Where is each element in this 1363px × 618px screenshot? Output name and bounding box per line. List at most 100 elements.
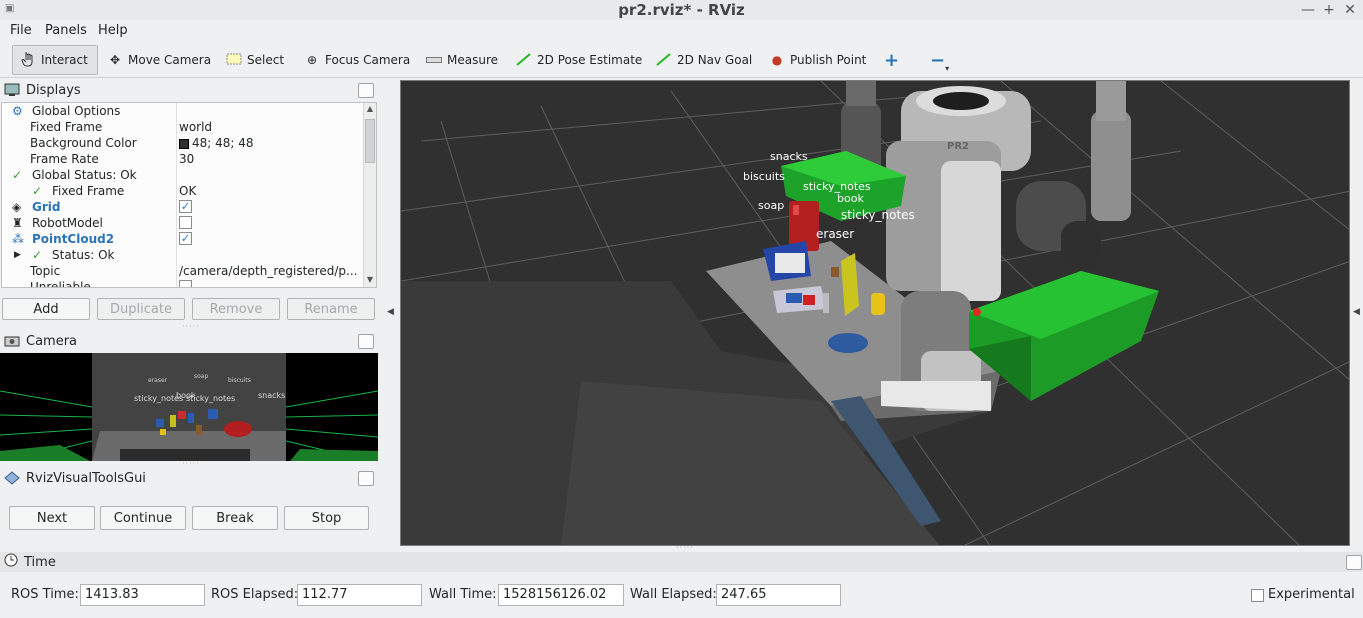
grid-checkbox[interactable]: ✓ (179, 200, 192, 213)
robot-model-checkbox[interactable] (179, 216, 192, 229)
tree-row-grid[interactable]: ◈ Grid ✓ (2, 199, 364, 215)
robot-badge-label: PR2 (947, 141, 969, 152)
add-display-button[interactable]: Add (2, 298, 90, 320)
minimize-icon[interactable]: — (1299, 0, 1317, 20)
background-color-value[interactable]: 48; 48; 48 (179, 135, 254, 151)
continue-button[interactable]: Continue (100, 506, 186, 530)
grid-icon: ◈ (12, 200, 22, 214)
green-arrow-icon (515, 52, 533, 69)
tree-row-status-ok[interactable]: ▶ ✓ Status: Ok (2, 247, 364, 263)
window-title: pr2.rviz* - RViz (618, 1, 745, 19)
camera-title: Camera (26, 333, 78, 349)
tree-row-frame-rate[interactable]: Frame Rate 30 (2, 151, 364, 167)
interact-tool-button[interactable]: Interact (12, 45, 98, 75)
nav-goal-label: 2D Nav Goal (677, 53, 753, 67)
select-box-icon (225, 53, 243, 68)
robot-icon: ♜ (12, 216, 23, 230)
tree-row-fixed-frame[interactable]: Fixed Frame world (2, 119, 364, 135)
crosshair-icon: ⊕ (306, 53, 318, 67)
tree-row-background-color[interactable]: Background Color 48; 48; 48 (2, 135, 364, 151)
pose-estimate-tool-button[interactable]: 2D Pose Estimate (509, 45, 648, 75)
select-tool-button[interactable]: Select (219, 45, 290, 75)
minus-icon: − (930, 49, 946, 71)
experimental-checkbox[interactable] (1251, 589, 1264, 602)
scene-graphics (401, 81, 1349, 545)
focus-camera-tool-button[interactable]: ⊕ Focus Camera (297, 45, 416, 75)
nav-goal-tool-button[interactable]: 2D Nav Goal (649, 45, 758, 75)
pose-estimate-label: 2D Pose Estimate (537, 53, 643, 67)
title-bar: ▣ pr2.rviz* - RViz — + ✕ (0, 0, 1363, 20)
fixed-frame-value[interactable]: world (179, 119, 212, 135)
camera-float-button[interactable] (358, 334, 374, 349)
collapse-left-icon[interactable]: ◀ (387, 307, 394, 317)
render-3d-view[interactable]: snacks biscuits sticky_notes book soap s… (400, 80, 1350, 546)
tree-row-topic[interactable]: Topic /camera/depth_registered/p... (2, 263, 364, 279)
gear-icon: ⚙ (12, 104, 23, 118)
move-camera-tool-button[interactable]: ✥ Move Camera (100, 45, 217, 75)
clock-icon (4, 553, 18, 571)
add-tool-button[interactable]: + (878, 45, 905, 75)
publish-point-tool-button[interactable]: ● Publish Point (762, 45, 872, 75)
time-panel-header: Time (0, 552, 1363, 572)
label-biscuits: biscuits (743, 170, 785, 183)
duplicate-display-button[interactable]: Duplicate (97, 298, 185, 320)
ros-elapsed-label: ROS Elapsed: (211, 587, 299, 602)
time-float-button[interactable] (1346, 555, 1362, 570)
time-row: ROS Time: 1413.83 ROS Elapsed: 112.77 Wa… (0, 580, 1363, 610)
hand-pointer-icon (19, 51, 37, 70)
point-cloud2-checkbox[interactable]: ✓ (179, 232, 192, 245)
dropdown-arrow-icon: ▾ (945, 63, 950, 73)
break-button[interactable]: Break (192, 506, 278, 530)
wall-time-label: Wall Time: (429, 587, 497, 602)
move-camera-label: Move Camera (128, 53, 212, 67)
scroll-down-icon[interactable]: ▼ (364, 275, 376, 284)
displays-scrollbar[interactable]: ▲ ▼ (363, 103, 376, 287)
splitter-handle[interactable]: ····· (182, 322, 200, 331)
tree-row-global-options[interactable]: ⚙ Global Options (2, 103, 364, 119)
topic-value[interactable]: /camera/depth_registered/p... (179, 263, 359, 279)
tree-row-unreliable[interactable]: Unreliable (2, 279, 364, 287)
tree-row-global-status[interactable]: ✓ Global Status: Ok (2, 167, 364, 183)
ok-check-icon: ✓ (32, 248, 43, 262)
collapse-right-icon[interactable]: ◀ (1353, 307, 1360, 317)
remove-display-button[interactable]: Remove (192, 298, 280, 320)
ros-elapsed-field[interactable]: 112.77 (297, 584, 422, 606)
rviz-tools-title: RvizVisualToolsGui (26, 470, 146, 486)
label-snacks: snacks (770, 150, 808, 163)
rename-display-button[interactable]: Rename (287, 298, 375, 320)
remove-tool-button[interactable]: − ▾ (924, 45, 955, 75)
close-icon[interactable]: ✕ (1341, 0, 1359, 20)
wall-time-field[interactable]: 1528156126.02 (498, 584, 624, 606)
ros-time-field[interactable]: 1413.83 (80, 584, 205, 606)
wall-elapsed-field[interactable]: 247.65 (716, 584, 841, 606)
next-button[interactable]: Next (9, 506, 95, 530)
camera-panel-header: Camera (0, 331, 378, 351)
camera-image-view[interactable]: eraser soap biscuits sticky_notes book s… (0, 353, 378, 461)
scroll-up-icon[interactable]: ▲ (364, 104, 376, 113)
menu-panels[interactable]: Panels (45, 23, 87, 38)
focus-camera-label: Focus Camera (325, 53, 411, 67)
measure-label: Measure (447, 53, 498, 67)
rviz-tools-float-button[interactable] (358, 471, 374, 486)
select-label: Select (247, 53, 285, 67)
unreliable-checkbox[interactable] (179, 280, 192, 287)
measure-tool-button[interactable]: Measure (419, 45, 504, 75)
menu-file[interactable]: File (10, 23, 32, 38)
tree-row-point-cloud2[interactable]: ⁂ PointCloud2 ✓ (2, 231, 364, 247)
map-pin-icon: ● (771, 53, 783, 67)
menu-help[interactable]: Help (98, 23, 128, 38)
maximize-icon[interactable]: + (1320, 0, 1338, 20)
tree-row-fixed-frame-status[interactable]: ✓ Fixed Frame OK (2, 183, 364, 199)
label-sticky-notes: sticky_notes (841, 208, 915, 222)
camera-icon (4, 334, 20, 348)
scrollbar-thumb[interactable] (365, 119, 375, 163)
expand-arrow-icon[interactable]: ▶ (14, 247, 21, 263)
ok-check-icon: ✓ (12, 168, 23, 182)
stop-button[interactable]: Stop (284, 506, 369, 530)
splitter-handle[interactable]: ····· (676, 543, 694, 552)
splitter-handle[interactable]: ····· (182, 459, 200, 468)
frame-rate-value[interactable]: 30 (179, 151, 194, 167)
displays-float-button[interactable] (358, 83, 374, 98)
tree-row-robot-model[interactable]: ♜ RobotModel (2, 215, 364, 231)
label-book: book (837, 192, 864, 205)
